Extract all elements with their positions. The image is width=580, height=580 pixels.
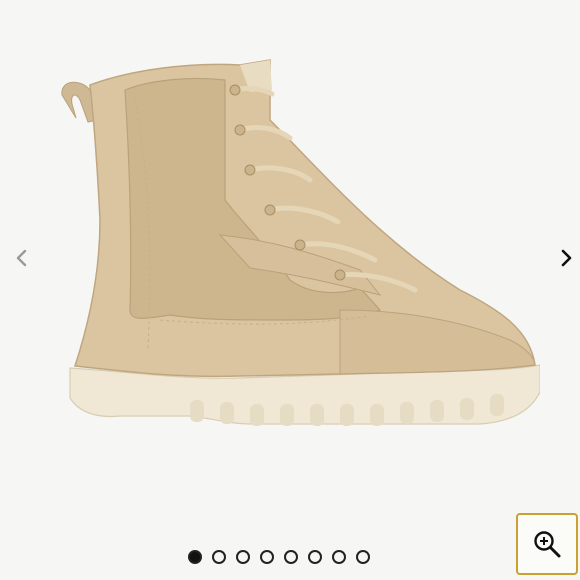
previous-image-button[interactable] <box>10 246 34 270</box>
carousel-dot[interactable] <box>332 550 346 564</box>
carousel-dot[interactable] <box>188 550 202 564</box>
product-image-boot <box>61 59 540 426</box>
chevron-right-icon <box>561 249 572 267</box>
carousel-dot[interactable] <box>260 550 274 564</box>
zoom-in-icon <box>534 531 561 558</box>
carousel-dot[interactable] <box>356 550 370 564</box>
carousel-dot[interactable] <box>284 550 298 564</box>
image-viewer <box>0 0 580 580</box>
carousel-pagination <box>0 550 580 568</box>
carousel-dot[interactable] <box>308 550 322 564</box>
carousel-dot[interactable] <box>236 550 250 564</box>
zoom-button[interactable] <box>516 513 578 575</box>
chevron-left-icon <box>16 249 27 267</box>
carousel-dot[interactable] <box>212 550 226 564</box>
next-image-button[interactable] <box>554 246 578 270</box>
